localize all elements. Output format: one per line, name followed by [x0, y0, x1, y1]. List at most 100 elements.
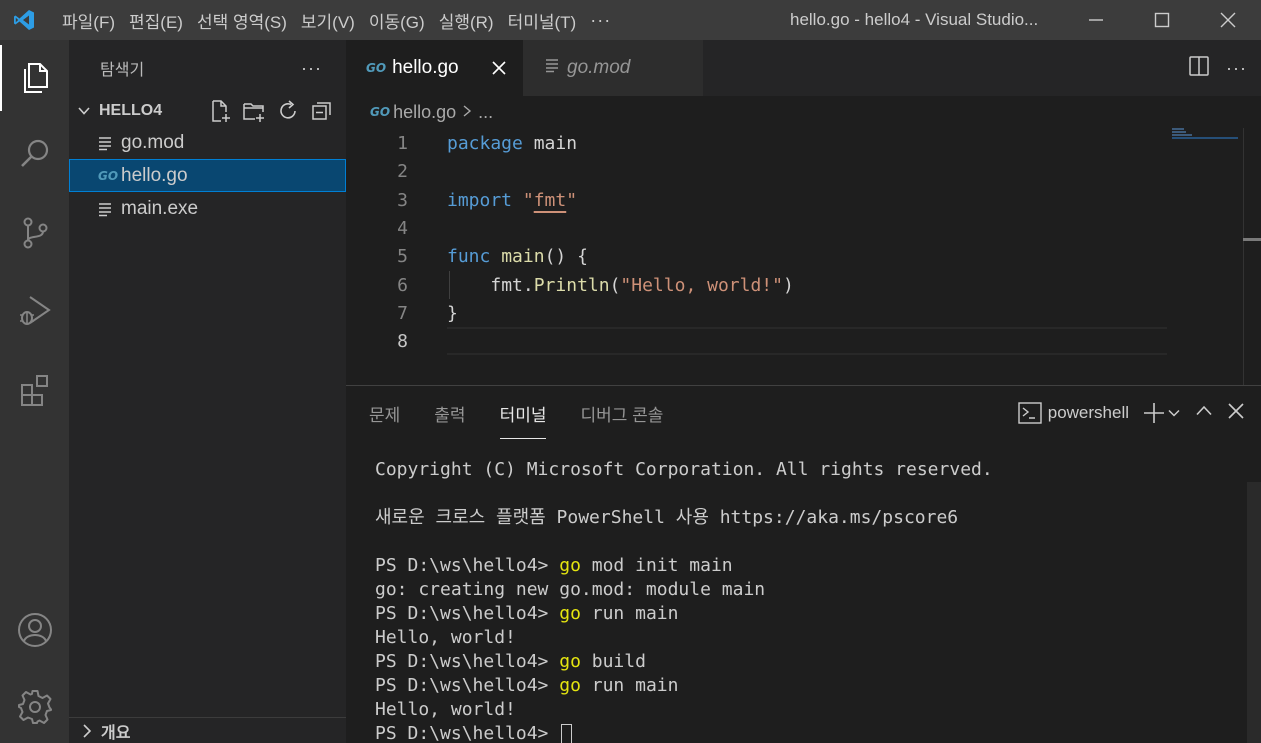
code-line: 5 func main() {: [346, 242, 1166, 270]
code-editor[interactable]: 1 package main 2 3 import "fmt" 4 5 func…: [346, 128, 1261, 385]
tab-terminal[interactable]: 터미널: [499, 386, 546, 440]
maximize-panel-button[interactable]: [1195, 402, 1213, 425]
refresh-icon: [280, 100, 296, 119]
minimap[interactable]: [1172, 128, 1242, 148]
tab-close-button[interactable]: [489, 58, 509, 78]
terminal-line: 새로운 크로스 플랫폼 PowerShell 사용 https://aka.ms…: [375, 507, 959, 528]
new-terminal-button[interactable]: [1143, 402, 1181, 424]
code-line: 4: [346, 214, 1166, 242]
collapse-all-button[interactable]: [308, 97, 336, 125]
new-file-icon: [212, 100, 230, 122]
file-name: main.exe: [121, 197, 199, 219]
breadcrumb-file[interactable]: hello.go: [393, 102, 456, 123]
file-name: go.mod: [121, 131, 185, 153]
editor-scrollbar[interactable]: [1243, 128, 1261, 385]
lines-icon: [98, 135, 120, 151]
code-line: 1 package main: [346, 129, 1166, 157]
close-panel-button[interactable]: [1227, 402, 1245, 425]
menu-run[interactable]: 실행(R): [432, 0, 501, 40]
terminal-line: go: creating new go.mod: module main: [375, 579, 766, 600]
activity-run-debug[interactable]: [0, 278, 69, 344]
title-bar: 파일(F) 편집(E) 선택 영역(S) 보기(V) 이동(G) 실행(R) 터…: [0, 0, 1261, 40]
search-icon: [20, 139, 48, 167]
line-number: 8: [397, 330, 408, 352]
tab-debug-console[interactable]: 디버그 콘솔: [580, 386, 663, 440]
close-icon: [1228, 402, 1244, 419]
activity-explorer[interactable]: [0, 45, 69, 111]
line-number: 6: [397, 274, 408, 296]
extensions-icon: [20, 375, 48, 406]
refresh-button[interactable]: [274, 97, 302, 125]
code-line: 2: [346, 157, 1166, 185]
tab-problems[interactable]: 문제: [369, 386, 400, 440]
terminal-line: PS D:\ws\hello4> go run main: [375, 603, 679, 624]
new-folder-button[interactable]: [240, 97, 268, 125]
settings-gear-icon: [17, 690, 52, 724]
folder-header-hello4[interactable]: HELLO4: [69, 96, 346, 126]
file-item-main-exe[interactable]: main.exe: [69, 192, 346, 225]
split-editor-icon: [1189, 55, 1209, 76]
outline-section-header[interactable]: 개요: [69, 717, 346, 743]
close-window-button[interactable]: [1195, 0, 1261, 40]
explorer-sidebar: 탐색기 ··· HELLO4 go.mod GO hello.go main.e…: [69, 40, 346, 743]
tab-go-mod[interactable]: go.mod: [523, 40, 703, 96]
go-file-icon: GO: [366, 61, 387, 75]
explorer-title: 탐색기: [100, 62, 145, 79]
file-item-hello-go[interactable]: GO hello.go: [69, 159, 346, 192]
new-file-button[interactable]: [206, 97, 234, 125]
code-text: func main() {: [447, 245, 588, 267]
go-file-icon: GO: [370, 105, 391, 119]
menu-terminal[interactable]: 터미널(T): [501, 0, 584, 40]
code-line: 3 import "fmt": [346, 186, 1166, 214]
file-name: hello.go: [121, 164, 188, 186]
menu-go[interactable]: 이동(G): [362, 0, 432, 40]
collapse-all-icon: [312, 102, 331, 120]
activity-search[interactable]: [0, 121, 69, 187]
chevron-down-icon: [77, 104, 99, 118]
terminal-shell-selector[interactable]: powershell: [1018, 402, 1129, 424]
explorer-header: 탐색기 ···: [69, 40, 346, 96]
maximize-icon: [1154, 12, 1170, 28]
activity-accounts[interactable]: [0, 597, 69, 663]
explorer-icon: [23, 63, 48, 93]
close-icon: [1220, 12, 1236, 28]
chevron-down-icon: [1168, 409, 1180, 417]
code-text: import "fmt": [447, 189, 578, 211]
bottom-panel: 문제 출력 터미널 디버그 콘솔 powershell Copyright (C…: [346, 385, 1261, 743]
terminal-line: Hello, world!: [375, 699, 516, 720]
terminal-scrollbar[interactable]: [1247, 482, 1261, 743]
terminal-icon: [1018, 402, 1042, 424]
lines-icon: [98, 201, 120, 217]
file-item-go-mod[interactable]: go.mod: [69, 126, 346, 159]
folder-actions: [206, 97, 346, 125]
terminal-line: Hello, world!: [375, 627, 516, 648]
tab-hello-go[interactable]: GO hello.go: [346, 40, 523, 96]
editor-tabs: GO hello.go go.mod ···: [346, 40, 1261, 96]
menu-more-button[interactable]: ···: [583, 0, 618, 40]
activity-manage[interactable]: [0, 674, 69, 740]
menu-edit[interactable]: 편집(E): [122, 0, 190, 40]
menu-file[interactable]: 파일(F): [48, 0, 122, 40]
split-editor-button[interactable]: [1188, 55, 1210, 82]
tab-output[interactable]: 출력: [434, 386, 465, 440]
terminal-line: PS D:\ws\hello4> go mod init main: [375, 555, 733, 576]
terminal-output[interactable]: Copyright (C) Microsoft Corporation. All…: [375, 458, 1235, 743]
minimize-button[interactable]: [1063, 0, 1129, 40]
maximize-button[interactable]: [1129, 0, 1195, 40]
editor-more-button[interactable]: ···: [1226, 58, 1247, 79]
code-line: 6 fmt.Println("Hello, world!"): [346, 271, 1166, 299]
explorer-more-button[interactable]: ···: [301, 58, 322, 79]
account-icon: [17, 613, 52, 647]
activity-source-control[interactable]: [0, 200, 69, 266]
code-text: fmt.Println("Hello, world!"): [490, 274, 794, 296]
activity-extensions[interactable]: [0, 357, 69, 423]
lines-icon: [545, 57, 561, 79]
line-number: 3: [397, 189, 408, 211]
menu-view[interactable]: 보기(V): [294, 0, 362, 40]
menu-selection[interactable]: 선택 영역(S): [190, 0, 294, 40]
breadcrumb-symbol[interactable]: ...: [478, 102, 493, 123]
terminal-cursor: [561, 724, 573, 743]
vscode-logo-icon[interactable]: [0, 0, 48, 40]
run-debug-icon: [19, 296, 51, 325]
